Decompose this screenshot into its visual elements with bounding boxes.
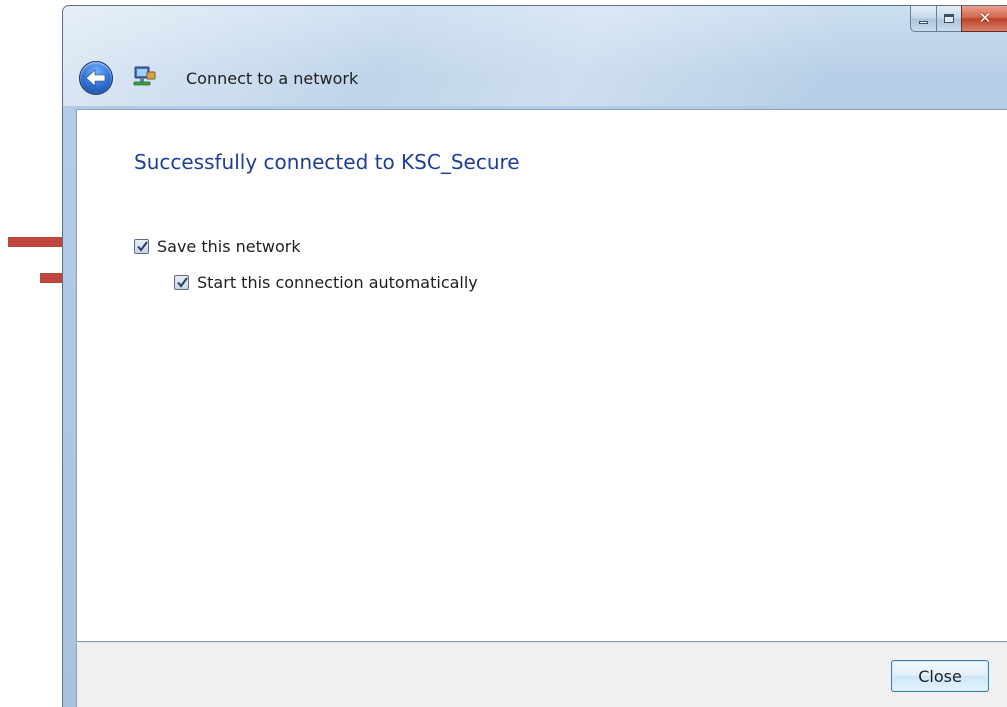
auto-connect-checkbox[interactable] <box>174 275 189 290</box>
close-icon: ✕ <box>978 9 992 27</box>
maximize-icon <box>944 14 954 23</box>
close-button[interactable]: Close <box>891 660 989 692</box>
window-close-button[interactable]: ✕ <box>961 6 1007 32</box>
page-heading: Successfully connected to KSC_Secure <box>134 150 520 174</box>
dialog-footer: Close <box>76 642 1007 707</box>
save-network-label: Save this network <box>157 237 301 256</box>
caption-buttons: ✕ <box>910 6 1007 32</box>
checkmark-icon <box>137 241 148 252</box>
back-arrow-icon <box>86 69 106 87</box>
connect-network-window: ✕ Connect to a network Successfully conn… <box>62 5 1007 707</box>
minimize-icon <box>919 21 928 24</box>
save-network-option[interactable]: Save this network <box>134 237 301 256</box>
auto-connect-option[interactable]: Start this connection automatically <box>174 273 478 292</box>
save-network-checkbox[interactable] <box>134 239 149 254</box>
minimize-button[interactable] <box>910 6 936 32</box>
checkmark-icon <box>177 277 188 288</box>
auto-connect-label: Start this connection automatically <box>197 273 478 292</box>
network-connection-icon <box>133 66 156 86</box>
window-title: Connect to a network <box>186 69 359 88</box>
screenshot-stage: ✕ Connect to a network Successfully conn… <box>0 0 1007 707</box>
back-button[interactable] <box>79 61 113 95</box>
maximize-button[interactable] <box>936 6 961 32</box>
content-pane: Successfully connected to KSC_Secure Sav… <box>76 109 1007 642</box>
